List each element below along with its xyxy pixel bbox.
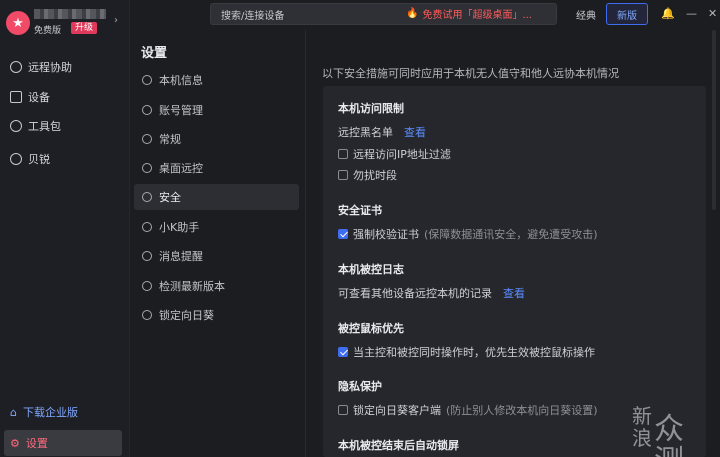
minimize-icon[interactable]: —: [686, 7, 697, 20]
nav-label: 设备: [28, 91, 50, 104]
dnd-row[interactable]: 勿扰时段: [338, 167, 397, 183]
brand-icon: [10, 153, 22, 165]
promo-banner[interactable]: 🔥 免费试用「超级桌面」...: [406, 6, 532, 21]
flame-icon: 🔥: [406, 8, 419, 19]
settings-tab-device-info[interactable]: 本机信息: [134, 67, 299, 93]
settings-tab-notifications[interactable]: 消息提醒: [134, 243, 299, 269]
watermark-logo: 新 浪 众测: [632, 404, 712, 457]
lock-icon: [142, 310, 152, 320]
tab-label: 锁定向日葵: [159, 309, 214, 322]
log-title: 本机被控日志: [338, 263, 404, 276]
mouse-priority-label: 当主控和被控同时操作时，优先生效被控鼠标操作: [353, 346, 595, 359]
scrollbar[interactable]: [712, 30, 716, 210]
plan-label: 免费版: [34, 26, 62, 36]
blurred-username: [34, 9, 106, 19]
classic-mode-button[interactable]: 经典: [566, 3, 606, 25]
nav-label: 远程协助: [28, 61, 72, 74]
cert-row[interactable]: 强制校验证书 (保障数据通讯安全，避免遭受攻击): [338, 226, 598, 242]
watermark-char: 新: [632, 404, 652, 428]
settings-title: 设置: [141, 46, 168, 61]
settings-tab-desktop-control[interactable]: 桌面远控: [134, 155, 299, 181]
info-icon: [142, 75, 152, 85]
tab-label: 安全: [159, 191, 181, 204]
nav-item-remote-assist[interactable]: 远程协助: [6, 54, 124, 80]
nav-item-toolkit[interactable]: 工具包: [6, 113, 124, 139]
log-row: 可查看其他设备远控本机的记录 查看: [338, 285, 525, 301]
nav-label: 贝锐: [28, 153, 50, 166]
tab-label: 消息提醒: [159, 250, 203, 263]
security-intro: 以下安全措施可同时应用于本机无人值守和他人远协本机情况: [322, 67, 619, 80]
avatar[interactable]: ★: [6, 11, 30, 35]
cert-checkbox[interactable]: [338, 229, 348, 239]
settings-label: 设置: [25, 437, 48, 450]
upgrade-badge[interactable]: 升级: [71, 22, 98, 34]
tab-label: 本机信息: [159, 74, 203, 87]
monitor-icon: [10, 91, 22, 103]
download-enterprise-link[interactable]: ⌂ 下载企业版: [10, 404, 78, 420]
search-placeholder: 搜索/连接设备: [221, 10, 285, 22]
new-mode-button[interactable]: 新版: [606, 3, 648, 25]
chevron-right-icon[interactable]: ›: [114, 15, 118, 26]
watermark-brand: 众测: [654, 412, 684, 457]
building-icon: ⌂: [10, 405, 17, 419]
remote-assist-icon: [10, 61, 22, 73]
privacy-note: (防止别人修改本机向日葵设置): [446, 404, 598, 417]
monitor-icon: [142, 163, 152, 173]
dnd-label: 勿扰时段: [353, 169, 397, 182]
ip-filter-row[interactable]: 远程访问IP地址过滤: [338, 146, 451, 162]
message-icon: [142, 251, 152, 261]
nav-item-devices[interactable]: 设备: [6, 84, 124, 110]
bell-icon[interactable]: 🔔: [661, 7, 675, 20]
settings-tab-lock[interactable]: 锁定向日葵: [134, 302, 299, 328]
tab-label: 账号管理: [159, 104, 203, 117]
dnd-checkbox[interactable]: [338, 170, 348, 180]
settings-tab-security[interactable]: 安全: [134, 184, 299, 210]
download-label: 下载企业版: [22, 406, 78, 419]
blacklist-view-link[interactable]: 查看: [404, 124, 426, 140]
cert-title: 安全证书: [338, 204, 382, 217]
tab-label: 小K助手: [159, 221, 200, 234]
blacklist-row: 远控黑名单 查看: [338, 124, 426, 140]
update-icon: [142, 281, 152, 291]
autolock-title: 本机被控结束后自动锁屏: [338, 439, 459, 452]
gear-icon: ⚙: [10, 436, 20, 450]
privacy-label: 锁定向日葵客户端: [353, 404, 441, 417]
close-icon[interactable]: ✕: [708, 7, 717, 20]
blacklist-label: 远控黑名单: [338, 126, 393, 139]
privacy-title: 隐私保护: [338, 380, 382, 393]
left-rail: ★ › 免费版 升级 远程协助 设备 工具包 贝锐 ⌂ 下载企业版 ⚙ 设置: [0, 0, 130, 457]
watermark-char: 浪: [632, 426, 652, 450]
settings-tab-general[interactable]: 常规: [134, 126, 299, 152]
privacy-checkbox[interactable]: [338, 405, 348, 415]
robot-icon: [142, 222, 152, 232]
settings-tab-check-update[interactable]: 检测最新版本: [134, 273, 299, 299]
compass-icon: [10, 120, 22, 132]
log-view-link[interactable]: 查看: [503, 285, 525, 301]
tab-label: 桌面远控: [159, 162, 203, 175]
log-text: 可查看其他设备远控本机的记录: [338, 287, 492, 300]
promo-text: 免费试用「超级桌面」...: [422, 10, 532, 21]
ip-filter-label: 远程访问IP地址过滤: [353, 148, 451, 161]
user-icon: [142, 105, 152, 115]
tab-label: 常规: [159, 133, 181, 146]
settings-tab-account[interactable]: 账号管理: [134, 97, 299, 123]
nav-label: 工具包: [28, 120, 61, 133]
divider: [305, 30, 306, 457]
shield-icon: [142, 192, 152, 202]
privacy-row[interactable]: 锁定向日葵客户端 (防止别人修改本机向日葵设置): [338, 402, 598, 418]
settings-tab-k-assistant[interactable]: 小K助手: [134, 214, 299, 240]
access-restriction-title: 本机访问限制: [338, 102, 404, 115]
ip-filter-checkbox[interactable]: [338, 149, 348, 159]
mouse-priority-title: 被控鼠标优先: [338, 322, 404, 335]
nav-item-settings[interactable]: ⚙ 设置: [4, 430, 122, 456]
mouse-priority-checkbox[interactable]: [338, 347, 348, 357]
cert-label: 强制校验证书: [353, 228, 419, 241]
cert-note: (保障数据通讯安全，避免遭受攻击): [424, 228, 598, 241]
profile-card[interactable]: ★ › 免费版 升级: [6, 9, 124, 41]
tab-label: 检测最新版本: [159, 280, 225, 293]
mouse-priority-row[interactable]: 当主控和被控同时操作时，优先生效被控鼠标操作: [338, 344, 595, 360]
nav-item-beirui[interactable]: 贝锐: [6, 146, 124, 172]
gear-icon: [142, 134, 152, 144]
